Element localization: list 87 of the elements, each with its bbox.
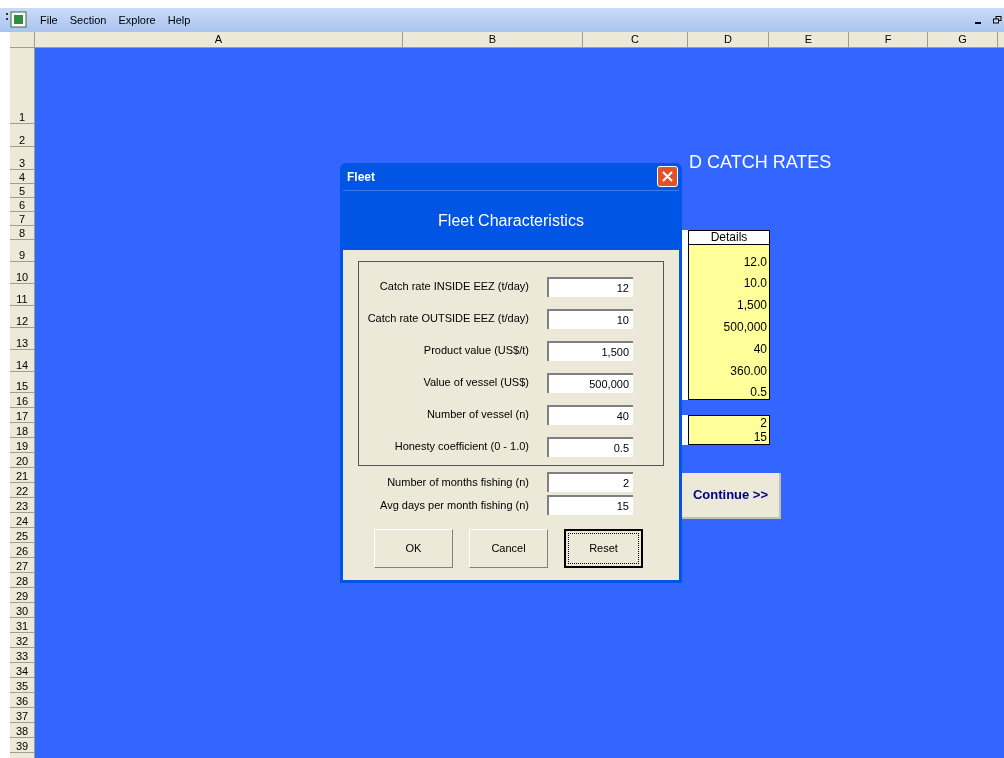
row-header[interactable]: 38 (15, 725, 29, 737)
input-field[interactable]: 2 (547, 472, 633, 492)
table-cell: 500,000 (723, 320, 767, 334)
row-header[interactable]: 8 (18, 227, 26, 239)
input-field[interactable]: 500,000 (547, 372, 633, 393)
table-cell: 15 (753, 430, 767, 444)
row-header[interactable]: 13 (15, 337, 29, 349)
row-header[interactable]: 39 (15, 740, 29, 752)
row-header[interactable]: 37 (15, 710, 29, 722)
close-icon (662, 171, 673, 182)
row-header[interactable]: 2 (18, 134, 26, 146)
column-header[interactable]: F (849, 32, 928, 47)
row-header[interactable]: 14 (15, 359, 29, 371)
close-button[interactable] (657, 166, 678, 187)
row-header[interactable]: 20 (15, 455, 29, 467)
column-header[interactable]: G (928, 32, 998, 47)
row-header[interactable]: 22 (15, 485, 29, 497)
table-cell: 1,500 (736, 298, 767, 312)
field-label: Honesty coefficient (0 - 1.0) (393, 439, 529, 455)
menu-item[interactable]: Section (69, 11, 107, 29)
row-header[interactable]: 15 (15, 380, 29, 392)
spreadsheet-icon[interactable] (6, 11, 28, 29)
row-header[interactable]: 3 (18, 157, 26, 169)
row-header[interactable]: 21 (15, 470, 29, 482)
row-header[interactable]: 12 (15, 315, 29, 327)
table-cell: 12.0 (743, 255, 767, 269)
row-header[interactable]: 6 (18, 199, 26, 211)
column-header[interactable]: B (403, 32, 583, 47)
dialog-button[interactable]: OK (374, 529, 453, 568)
column-header[interactable]: D (688, 32, 769, 47)
restore-icon[interactable] (993, 16, 1002, 24)
menu-item[interactable]: Explore (118, 11, 156, 29)
field-label: Value of vessel (US$) (422, 375, 529, 391)
table-cell: 40 (753, 342, 767, 356)
input-field[interactable]: 15 (547, 495, 633, 515)
row-header[interactable]: 23 (15, 500, 29, 512)
row-header[interactable]: 16 (15, 395, 29, 407)
row-header[interactable]: 9 (18, 249, 26, 261)
dialog-title: Fleet (347, 168, 376, 186)
row-header[interactable]: 18 (15, 425, 29, 437)
field-label: Product value (US$/t) (422, 343, 529, 359)
sheet-title: D CATCH RATES (689, 151, 832, 174)
row-header[interactable]: 17 (15, 410, 29, 422)
table-header: Details (688, 230, 770, 245)
row-header[interactable]: 24 (15, 515, 29, 527)
field-label: Avg days per month fishing (n) (379, 497, 529, 513)
row-header[interactable]: 11 (16, 293, 28, 305)
table-cell: 2 (760, 416, 767, 430)
field-label: Catch rate INSIDE EEZ (t/day) (378, 279, 529, 295)
input-field[interactable]: 12 (547, 276, 633, 297)
row-header[interactable]: 5 (18, 185, 26, 197)
field-label: Number of months fishing (n) (386, 474, 529, 490)
continue-button[interactable]: Continue >> (682, 473, 781, 519)
dialog-button[interactable]: Cancel (469, 529, 548, 568)
field-label: Catch rate OUTSIDE EEZ (t/day) (366, 311, 529, 327)
row-header[interactable]: 28 (15, 575, 29, 587)
row-header[interactable]: 30 (15, 605, 29, 617)
row-header[interactable]: 33 (15, 650, 29, 662)
table-cell: 360.00 (730, 364, 767, 378)
input-field[interactable]: 40 (547, 404, 633, 425)
table-cell: 10.0 (743, 276, 767, 290)
row-header[interactable]: 1 (18, 111, 26, 123)
row-header[interactable]: 25 (15, 530, 29, 542)
row-header[interactable]: 36 (15, 695, 29, 707)
input-field[interactable]: 0.5 (547, 436, 633, 457)
menu-item[interactable]: Help (167, 11, 191, 29)
row-header[interactable]: 29 (15, 590, 29, 602)
row-header[interactable]: 31 (15, 620, 29, 632)
table-cell: 0.5 (750, 385, 767, 399)
field-label: Number of vessel (n) (425, 407, 529, 423)
column-header[interactable]: E (769, 32, 849, 47)
row-header[interactable]: 27 (15, 560, 29, 572)
menu-item[interactable]: File (40, 11, 58, 29)
column-header[interactable]: C (583, 32, 688, 47)
row-header[interactable]: 7 (18, 213, 26, 225)
dialog-heading: Fleet Characteristics (438, 210, 584, 231)
dialog-button[interactable]: Reset (564, 529, 643, 568)
row-header[interactable]: 4 (18, 171, 26, 183)
column-header[interactable]: A (35, 32, 403, 47)
row-header[interactable]: 26 (15, 545, 29, 557)
row-header[interactable]: 35 (15, 680, 29, 692)
input-field[interactable]: 1,500 (547, 340, 633, 361)
row-header[interactable]: 34 (15, 665, 29, 677)
row-header[interactable]: 19 (15, 440, 29, 452)
row-header[interactable]: 10 (15, 271, 29, 283)
row-header[interactable]: 32 (15, 635, 29, 647)
input-field[interactable]: 10 (547, 308, 633, 329)
